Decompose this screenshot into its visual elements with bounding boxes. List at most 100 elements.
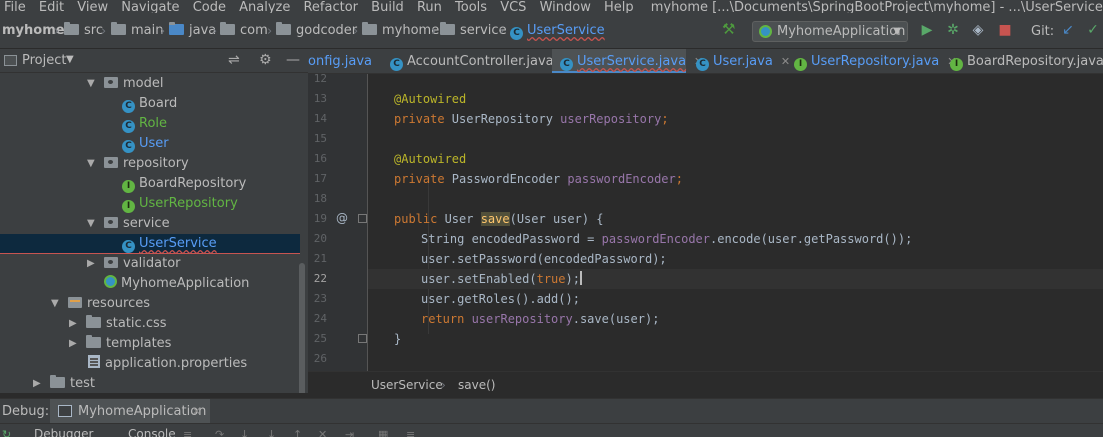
menu-tools[interactable]: Tools: [455, 1, 487, 13]
run-to-cursor-icon[interactable]: ⇥: [345, 428, 357, 437]
menu-edit[interactable]: Edit: [39, 1, 64, 13]
collapsed-triangle-icon[interactable]: ▶: [87, 254, 95, 274]
tree-item-validator[interactable]: ▶ validator: [0, 254, 300, 274]
settings-lines-icon[interactable]: ≡: [406, 428, 418, 437]
debug-tab-myhomeapplication[interactable]: MyhomeApplication ✕: [50, 399, 210, 424]
breadcrumb-method[interactable]: save(): [458, 378, 495, 392]
expanded-triangle-icon[interactable]: ▼: [51, 294, 59, 314]
tab-userrepository-java[interactable]: IUserRepository.java✕: [794, 49, 957, 73]
tree-item-test[interactable]: ▶ test: [0, 374, 300, 393]
run-configuration-select[interactable]: MyhomeApplication ▼: [752, 21, 908, 42]
tree-item-resources[interactable]: ▼ resources: [0, 294, 300, 314]
nav-crumb-java[interactable]: java: [169, 22, 216, 41]
step-over-icon[interactable]: ↷: [215, 428, 227, 437]
chevron-down-icon[interactable]: ▼: [66, 54, 74, 65]
nav-crumb-service[interactable]: service: [440, 22, 507, 41]
breadcrumb-class[interactable]: UserService: [371, 378, 443, 392]
folder-icon: [50, 375, 65, 388]
window-title: myhome [...\Documents\SpringBootProject\…: [650, 0, 1103, 13]
tab-boardrepository-java[interactable]: I BoardRepository.java: [950, 49, 1103, 73]
collapsed-triangle-icon[interactable]: ▶: [69, 314, 77, 334]
tree-item-templates[interactable]: ▶ templates: [0, 334, 300, 354]
spring-class-icon: [104, 275, 117, 288]
menu-view[interactable]: View: [77, 1, 108, 13]
build-hammer-icon[interactable]: ⚒: [722, 21, 738, 37]
menu-analyze[interactable]: Analyze: [239, 1, 290, 13]
tab-accountcontroller-java[interactable]: CAccountController.java✕: [390, 49, 571, 73]
class-icon: C: [122, 120, 135, 133]
tree-item-service[interactable]: ▼ service: [0, 214, 300, 234]
class-icon: C: [696, 58, 709, 71]
menu-navigate[interactable]: Navigate: [121, 1, 179, 13]
editor-gutter[interactable]: 12 13 14 15 16 17 18 19 20 21 22 23 24 2…: [308, 74, 368, 371]
rerun-icon[interactable]: ↻: [2, 428, 14, 437]
step-out-icon[interactable]: ↑: [293, 428, 305, 437]
tab-debugger[interactable]: Debugger: [34, 427, 93, 437]
collapsed-triangle-icon[interactable]: ▶: [33, 374, 41, 393]
expanded-triangle-icon[interactable]: ▼: [87, 154, 95, 174]
project-tree-scrollbar[interactable]: [299, 263, 305, 393]
menu-help[interactable]: Help: [604, 1, 634, 13]
nav-crumb-main[interactable]: main: [111, 22, 163, 41]
navigation-bar: myhome › src › main › java › com › godco…: [0, 13, 1103, 49]
tree-item-application-properties[interactable]: application.properties: [0, 354, 300, 374]
coverage-shield-icon[interactable]: ◈: [970, 22, 986, 38]
tree-item-model[interactable]: ▼ model: [0, 74, 300, 94]
evaluate-icon[interactable]: ▦: [378, 428, 390, 437]
tree-item-repository[interactable]: ▼ repository: [0, 154, 300, 174]
run-icon[interactable]: ▶: [919, 22, 935, 38]
gear-icon[interactable]: ⚙: [259, 52, 272, 68]
nav-crumb-current-file[interactable]: C UserService: [510, 23, 605, 41]
tab-userservice-java[interactable]: CUserService.java✕: [552, 49, 703, 73]
code-editor[interactable]: 12 13 14 15 16 17 18 19 20 21 22 23 24 2…: [308, 74, 1103, 371]
tree-item-userservice[interactable]: C UserService: [0, 234, 300, 254]
minimize-icon[interactable]: —: [286, 52, 300, 68]
menu-run[interactable]: Run: [417, 1, 442, 13]
nav-separator-icon: ›: [353, 24, 359, 39]
menu-code[interactable]: Code: [193, 1, 226, 13]
project-panel-title[interactable]: Project: [22, 53, 66, 68]
tree-item-board[interactable]: C Board: [0, 94, 300, 114]
menu-build[interactable]: Build: [371, 1, 404, 13]
nav-crumb-src[interactable]: src: [64, 22, 103, 41]
collapsed-triangle-icon[interactable]: ▶: [69, 334, 77, 354]
code-line: user.getRoles().add();: [421, 292, 580, 306]
nav-crumb-com[interactable]: com: [220, 22, 268, 41]
git-commit-icon[interactable]: ✓: [1085, 22, 1101, 38]
expanded-triangle-icon[interactable]: ▼: [87, 214, 95, 234]
close-icon[interactable]: ✕: [192, 399, 201, 424]
at-gutter-icon[interactable]: @: [336, 211, 348, 225]
code-area[interactable]: @Autowired private UserRepository userRe…: [368, 74, 1103, 371]
menu-file[interactable]: File: [4, 1, 26, 13]
collapse-all-icon[interactable]: ⇌: [228, 52, 240, 68]
nav-separator-icon: ›: [160, 24, 166, 39]
properties-file-icon: [88, 355, 100, 368]
nav-crumb-myhome[interactable]: myhome: [362, 22, 439, 41]
debug-bug-icon[interactable]: ✲: [945, 22, 961, 38]
menu-refactor[interactable]: Refactor: [303, 1, 358, 13]
fold-icon[interactable]: [358, 214, 367, 223]
tree-item-myhomeapplication[interactable]: MyhomeApplication: [0, 274, 300, 294]
tab-console[interactable]: Console: [128, 427, 176, 437]
tree-item-user[interactable]: C User: [0, 134, 300, 154]
stop-icon[interactable]: ■: [997, 22, 1013, 38]
tab-config-java[interactable]: onfig.java: [308, 49, 380, 73]
interface-icon: I: [794, 58, 807, 71]
menu-bar: File Edit View Navigate Code Analyze Ref…: [0, 0, 1103, 13]
tree-item-role[interactable]: C Role: [0, 114, 300, 134]
tab-user-java[interactable]: C User.java ✕: [696, 49, 790, 73]
nav-crumb-godcoder[interactable]: godcoder: [276, 22, 357, 41]
force-step-into-icon[interactable]: ↓: [267, 428, 279, 437]
git-update-icon[interactable]: ↙: [1060, 22, 1076, 38]
drop-frame-icon[interactable]: ✕: [318, 428, 330, 437]
tree-item-userrepository[interactable]: I UserRepository: [0, 194, 300, 214]
step-into-icon[interactable]: ↓: [240, 428, 252, 437]
expanded-triangle-icon[interactable]: ▼: [87, 74, 95, 94]
close-icon[interactable]: ✕: [781, 55, 790, 68]
tree-item-static-css[interactable]: ▶ static.css: [0, 314, 300, 334]
menu-window[interactable]: Window: [540, 1, 591, 13]
tree-item-boardrepository[interactable]: I BoardRepository: [0, 174, 300, 194]
menu-lines-icon[interactable]: ≡: [183, 428, 195, 437]
fold-icon[interactable]: [358, 334, 367, 343]
menu-vcs[interactable]: VCS: [500, 1, 526, 13]
